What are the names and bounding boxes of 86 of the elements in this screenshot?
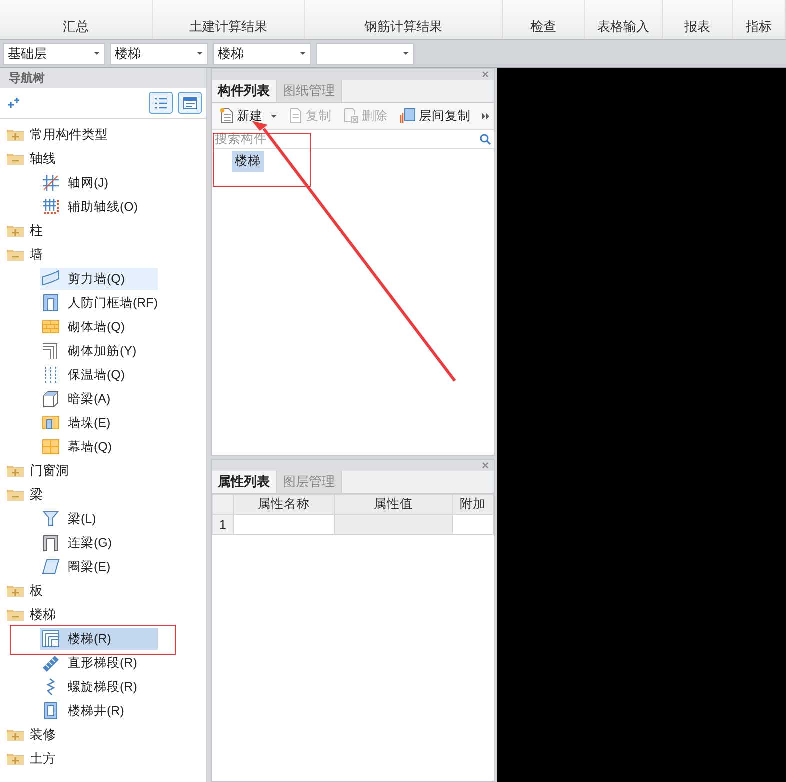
tree-item[interactable]: 圈梁(E) (40, 556, 158, 578)
ribbon-tab[interactable]: 检查 (503, 0, 585, 39)
frame-icon (42, 294, 60, 312)
toolbar-button[interactable]: 新建 (216, 108, 281, 124)
tree-group-label[interactable]: 土方 (30, 750, 56, 768)
tree-item[interactable]: 楼梯井(R) (40, 700, 158, 722)
sparkle-icon[interactable] (7, 97, 20, 109)
dotted-grid-icon (42, 198, 60, 216)
folder-icon[interactable] (7, 729, 24, 741)
window-view-button[interactable] (178, 92, 202, 114)
tree-group-label[interactable]: 板 (30, 582, 43, 600)
box-icon (42, 390, 60, 408)
tree-group-label[interactable]: 装修 (30, 726, 56, 744)
curved-wall-icon (42, 270, 60, 288)
tree-group-label[interactable]: 柱 (30, 222, 43, 240)
ribbon-tab[interactable]: 汇总 (0, 0, 153, 39)
column-header: 属性名称 (233, 494, 334, 514)
ribbon-tab[interactable]: 报表 (663, 0, 733, 39)
open-folder-icon[interactable] (7, 489, 24, 501)
toolbar-button[interactable]: 层间复制 (396, 108, 475, 124)
tree-group-label[interactable]: 轴线 (30, 150, 56, 168)
tree-group-label[interactable]: 墙 (30, 246, 43, 264)
pier-icon (42, 414, 60, 432)
folder-icon[interactable] (7, 465, 24, 477)
panel-title: 导航树 (0, 68, 206, 88)
tree-item[interactable]: 轴网(J) (40, 172, 158, 194)
tree-item[interactable]: 连梁(G) (40, 532, 158, 554)
panel-tab[interactable]: 构件列表 (212, 80, 277, 102)
copy-icon (289, 108, 303, 124)
column-header: 属性值 (334, 494, 453, 514)
component-item[interactable]: 楼梯 (232, 151, 264, 172)
close-icon[interactable] (481, 70, 490, 79)
tree-item[interactable]: 人防门框墙(RF) (40, 292, 164, 314)
list-icon (154, 96, 168, 110)
tree-item[interactable]: 暗梁(A) (40, 388, 158, 410)
arch-frame-icon (42, 534, 60, 552)
folder-icon[interactable] (7, 753, 24, 765)
list-view-button[interactable] (149, 92, 173, 114)
tree-item[interactable]: 直形梯段(R) (40, 652, 158, 674)
brick-wall-icon (42, 318, 60, 336)
tree-item[interactable]: 保温墙(Q) (40, 364, 158, 386)
tree-group-label[interactable]: 楼梯 (30, 606, 56, 624)
panel-tab[interactable]: 属性列表 (212, 471, 277, 493)
dropdown[interactable]: 楼梯 (213, 42, 311, 64)
delete-document-icon (344, 108, 359, 124)
parallelogram-icon (42, 558, 60, 576)
window-icon (182, 96, 198, 110)
row-number: 1 (212, 514, 234, 534)
panel-grid-icon (42, 438, 60, 456)
open-folder-icon[interactable] (7, 153, 24, 165)
tree-item[interactable]: 砌体加筋(Y) (40, 340, 158, 362)
tree-item[interactable]: 楼梯(R) (40, 628, 158, 650)
funnel-icon (42, 510, 60, 528)
open-folder-icon[interactable] (7, 249, 24, 261)
dropdown[interactable]: 楼梯 (110, 42, 208, 64)
ribbon-tab[interactable]: 指标 (733, 0, 786, 39)
layers-icon (400, 108, 416, 124)
tree-group-label[interactable]: 梁 (30, 486, 43, 504)
grid-lines-icon (42, 174, 60, 192)
ribbon-tab[interactable]: 钢筋计算结果 (305, 0, 503, 39)
tree-item[interactable]: 墙垛(E) (40, 412, 158, 434)
tree-group-label[interactable]: 常用构件类型 (30, 126, 108, 144)
ribbon-tab[interactable]: 表格输入 (585, 0, 663, 39)
ribbon-tab[interactable]: 土建计算结果 (153, 0, 305, 39)
folder-icon[interactable] (7, 225, 24, 237)
tree-item[interactable]: 梁(L) (40, 508, 158, 530)
open-folder-icon[interactable] (7, 609, 24, 621)
tree-item[interactable]: 螺旋梯段(R) (40, 676, 158, 698)
tree-item[interactable]: 幕墙(Q) (40, 436, 158, 458)
folder-icon[interactable] (7, 585, 24, 597)
close-icon[interactable] (481, 461, 490, 470)
stairs-icon (42, 630, 60, 648)
tree-group-label[interactable]: 门窗洞 (30, 462, 69, 480)
dropdown[interactable] (316, 42, 414, 64)
overflow-icon[interactable] (482, 112, 490, 120)
column-header: 附加 (452, 494, 494, 514)
tree-item[interactable]: 砌体墙(Q) (40, 316, 158, 338)
corner-lines-icon (42, 342, 60, 360)
document-icon (220, 108, 234, 124)
folder-icon[interactable] (7, 129, 24, 141)
search-icon[interactable] (480, 134, 491, 144)
ramp-icon (42, 654, 60, 672)
shaft-icon (42, 702, 60, 720)
tree-item[interactable]: 辅助轴线(O) (40, 196, 158, 218)
dropdown[interactable]: 基础层 (3, 42, 105, 64)
tree-item[interactable]: 剪力墙(Q) (40, 268, 158, 290)
